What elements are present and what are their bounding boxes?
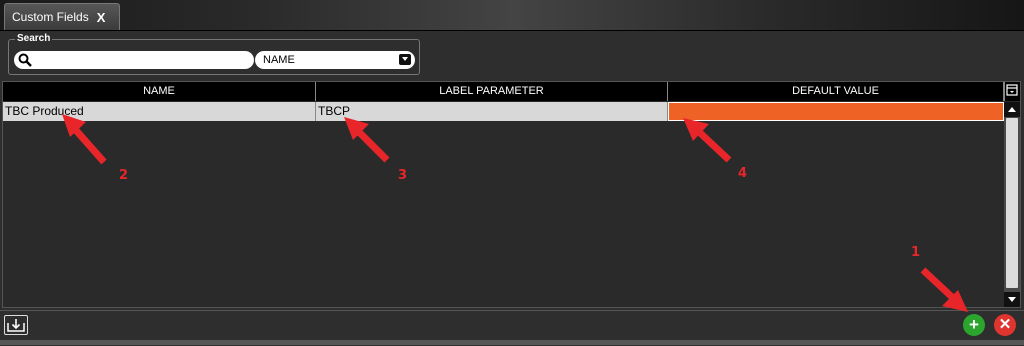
tab-close-button[interactable]: X [97,10,106,25]
title-bar: Custom Fields X [0,0,1024,31]
column-header-name[interactable]: NAME [3,82,316,101]
annotation-label-4: 4 [738,166,748,181]
delete-field-button[interactable]: ✕ [994,314,1016,336]
column-header-default-value[interactable]: DEFAULT VALUE [668,82,1004,101]
search-field-select[interactable]: NAME [255,51,415,69]
dropdown-arrow-icon[interactable] [399,54,411,65]
search-field-selected: NAME [263,54,295,66]
download-folder-icon [7,319,25,332]
vertical-scrollbar[interactable] [1004,102,1020,307]
search-field[interactable] [14,51,254,69]
column-header-label-parameter[interactable]: LABEL PARAMETER [316,82,668,101]
export-button[interactable] [4,315,28,335]
cell-name[interactable]: TBC Produced [3,102,316,121]
search-input[interactable] [36,52,246,67]
custom-fields-panel: Search NAME NAME LABEL PARAMETER DEFAULT… [0,31,1024,346]
tab-title: Custom Fields [12,10,89,24]
column-chooser-button[interactable] [1004,82,1020,101]
search-group: Search NAME [8,33,420,75]
annotation-label-3: 3 [398,168,408,183]
resize-handle[interactable] [0,340,1024,345]
search-icon [18,53,32,72]
column-chooser-icon [1006,84,1018,96]
add-field-button[interactable]: + [963,314,985,336]
annotation-label-2: 2 [119,168,129,183]
annotation-label-1: 1 [911,245,921,260]
tab-custom-fields[interactable]: Custom Fields X [4,3,120,30]
scroll-down-button[interactable] [1004,292,1020,307]
custom-fields-table: NAME LABEL PARAMETER DEFAULT VALUE TBC P… [2,81,1021,308]
search-legend: Search [15,33,53,44]
cell-default-value[interactable] [668,102,1004,121]
scroll-thumb[interactable] [1006,118,1018,288]
scroll-up-button[interactable] [1004,102,1020,117]
cell-label-parameter[interactable]: TBCP [316,102,668,121]
